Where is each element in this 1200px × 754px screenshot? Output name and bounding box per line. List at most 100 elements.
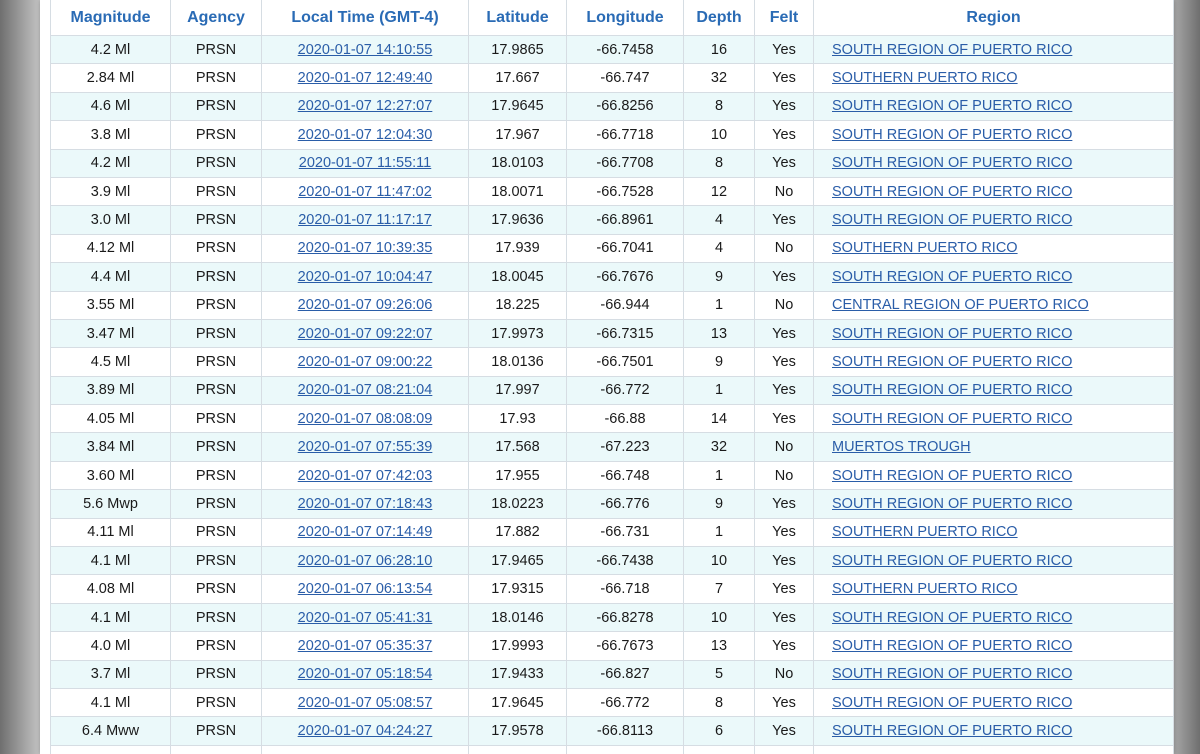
local-time-link[interactable]: 2020-01-07 07:14:49: [298, 524, 433, 540]
table-body: 4.2 Ml PRSN 2020-01-07 14:10:55 17.9865 -66.…: [50, 34, 1174, 754]
felt-column-header[interactable]: Felt: [754, 0, 814, 36]
local-time-link[interactable]: 2020-01-07 05:41:31: [298, 610, 433, 626]
region-link[interactable]: SOUTH REGION OF PUERTO RICO: [832, 42, 1072, 58]
region-link[interactable]: MUERTOS TROUGH: [832, 439, 971, 455]
longitude-cell: -66.718: [566, 574, 684, 604]
region-link[interactable]: SOUTH REGION OF PUERTO RICO: [832, 127, 1072, 143]
region-link[interactable]: SOUTHERN PUERTO RICO: [832, 581, 1018, 597]
region-cell: CENTRAL REGION OF PUERTO RICO: [813, 290, 1174, 320]
latitude-cell: 17.9465: [468, 546, 567, 576]
local-time-link[interactable]: 2020-01-07 12:27:07: [298, 98, 433, 114]
region-link[interactable]: SOUTH REGION OF PUERTO RICO: [832, 638, 1072, 654]
region-link[interactable]: SOUTH REGION OF PUERTO RICO: [832, 496, 1072, 512]
local-time-link[interactable]: 2020-01-07 10:04:47: [298, 269, 433, 285]
region-link[interactable]: SOUTHERN PUERTO RICO: [832, 240, 1018, 256]
felt-cell: No: [754, 290, 814, 320]
region-link[interactable]: SOUTH REGION OF PUERTO RICO: [832, 610, 1072, 626]
latitude-cell: 17.9973: [468, 318, 567, 349]
magnitude-cell: 4.11 Ml: [50, 517, 171, 548]
region-link[interactable]: SOUTH REGION OF PUERTO RICO: [832, 354, 1072, 370]
latitude-column-header[interactable]: Latitude: [468, 0, 567, 36]
depth-cell: 9: [683, 262, 755, 292]
depth-cell: 14: [683, 404, 755, 434]
local-time-cell: 2020-01-07 12:04:30: [261, 120, 469, 150]
local-time-cell: 2020-01-07 05:08:57: [261, 687, 469, 718]
local-time-link[interactable]: 2020-01-07 06:28:10: [298, 553, 433, 569]
local-time-link[interactable]: 2020-01-07 11:47:02: [298, 184, 432, 200]
table-row: 3.8 Ml PRSN 2020-01-07 12:04:30 17.967 -66.7…: [50, 120, 1174, 150]
region-link[interactable]: SOUTHERN PUERTO RICO: [832, 70, 1018, 86]
depth-cell: 9: [683, 347, 755, 377]
felt-cell: Yes: [754, 574, 814, 604]
local-time-link[interactable]: 2020-01-07 05:08:57: [298, 695, 433, 711]
table-row: 4.2 Ml PRSN 2020-01-07 14:10:55 17.9865 -66.…: [50, 34, 1174, 65]
felt-cell: Yes: [754, 347, 814, 377]
local-time-link[interactable]: 2020-01-07 05:18:54: [298, 666, 433, 682]
local-time-column-header[interactable]: Local Time (GMT-4): [261, 0, 469, 36]
local-time-link[interactable]: 2020-01-07 07:55:39: [298, 439, 433, 455]
region-link[interactable]: SOUTH REGION OF PUERTO RICO: [832, 269, 1072, 285]
agency-column-header[interactable]: Agency: [170, 0, 262, 36]
region-link[interactable]: CENTRAL REGION OF PUERTO RICO: [832, 297, 1089, 313]
agency-cell: PRSN: [170, 574, 262, 604]
local-time-link[interactable]: 2020-01-07 12:04:30: [298, 127, 433, 143]
depth-cell: 32: [683, 432, 755, 462]
magnitude-column-header[interactable]: Magnitude: [50, 0, 171, 36]
region-link[interactable]: SOUTH REGION OF PUERTO RICO: [832, 553, 1072, 569]
table-row: 5.6 Mwp PRSN 2020-01-07 07:18:43 18.0223 -66…: [50, 489, 1174, 519]
local-time-cell: 2020-01-07 06:13:54: [261, 574, 469, 604]
region-cell: SOUTH REGION OF PUERTO RICO: [813, 631, 1174, 661]
region-link[interactable]: SOUTH REGION OF PUERTO RICO: [832, 695, 1072, 711]
local-time-cell: 2020-01-07 08:21:04: [261, 375, 469, 406]
longitude-column-header[interactable]: Longitude: [566, 0, 684, 36]
local-time-cell: 2020-01-07 04:24:27: [261, 716, 469, 746]
local-time-link[interactable]: 2020-01-07 09:22:07: [298, 326, 433, 342]
local-time-link[interactable]: 2020-01-07 04:24:27: [298, 723, 433, 739]
table-row: 4.11 Ml PRSN 2020-01-07 07:14:49 17.882 -66.…: [50, 517, 1174, 548]
magnitude-cell: 3.89 Ml: [50, 375, 171, 406]
region-link[interactable]: SOUTH REGION OF PUERTO RICO: [832, 212, 1072, 228]
region-column-header[interactable]: Region: [813, 0, 1174, 36]
region-link[interactable]: SOUTH REGION OF PUERTO RICO: [832, 382, 1072, 398]
region-cell: SOUTHERN PUERTO RICO: [813, 574, 1174, 604]
region-link[interactable]: SOUTH REGION OF PUERTO RICO: [832, 184, 1072, 200]
region-link[interactable]: SOUTH REGION OF PUERTO RICO: [832, 723, 1072, 739]
longitude-cell: -66.88: [566, 404, 684, 434]
region-link[interactable]: SOUTH REGION OF PUERTO RICO: [832, 666, 1072, 682]
latitude-cell: 17.667: [468, 63, 567, 93]
local-time-link[interactable]: 2020-01-07 10:39:35: [298, 240, 433, 256]
region-cell: SOUTH REGION OF PUERTO RICO: [813, 318, 1174, 349]
region-cell: SOUTH REGION OF PUERTO RICO: [813, 176, 1174, 207]
magnitude-cell: 3.84 Ml: [50, 432, 171, 462]
local-time-link[interactable]: 2020-01-07 11:17:17: [298, 212, 432, 228]
local-time-link[interactable]: 2020-01-07 08:21:04: [298, 382, 433, 398]
region-link[interactable]: SOUTH REGION OF PUERTO RICO: [832, 468, 1072, 484]
latitude-cell: 17.9865: [468, 34, 567, 65]
local-time-link[interactable]: 2020-01-07 14:10:55: [298, 42, 433, 58]
depth-column-header[interactable]: Depth: [683, 0, 755, 36]
region-link[interactable]: SOUTHERN PUERTO RICO: [832, 524, 1018, 540]
local-time-link[interactable]: 2020-01-07 09:00:22: [298, 354, 433, 370]
local-time-link[interactable]: 2020-01-07 08:08:09: [298, 411, 433, 427]
local-time-link[interactable]: 2020-01-07 06:13:54: [298, 581, 433, 597]
region-cell: SOUTH REGION OF PUERTO RICO: [813, 460, 1174, 491]
local-time-link[interactable]: 2020-01-07 07:18:43: [298, 496, 433, 512]
region-link[interactable]: SOUTH REGION OF PUERTO RICO: [832, 411, 1072, 427]
longitude-cell: -66.7458: [566, 34, 684, 65]
latitude-cell: 17.9315: [468, 574, 567, 604]
region-link[interactable]: SOUTH REGION OF PUERTO RICO: [832, 98, 1072, 114]
table-row: 3.9 Ml PRSN 2020-01-07 11:47:02 18.0071 -66.…: [50, 176, 1174, 207]
local-time-link[interactable]: 2020-01-07 09:26:06: [298, 297, 433, 313]
table-row: 4.0 Ml PRSN 2020-01-07 05:35:37 17.9993 -66.…: [50, 631, 1174, 661]
local-time-cell: 2020-01-07 07:42:03: [261, 460, 469, 491]
local-time-link[interactable]: 2020-01-07 05:35:37: [298, 638, 433, 654]
region-cell: SOUTH REGION OF PUERTO RICO: [813, 489, 1174, 519]
local-time-link[interactable]: 2020-01-07 11:55:11: [299, 155, 432, 171]
region-cell: SOUTH REGION OF PUERTO RICO: [813, 716, 1174, 746]
local-time-link[interactable]: 2020-01-07 07:42:03: [298, 468, 433, 484]
longitude-cell: -66.7528: [566, 176, 684, 207]
local-time-link[interactable]: 2020-01-07 12:49:40: [298, 70, 433, 86]
region-link[interactable]: SOUTH REGION OF PUERTO RICO: [832, 155, 1072, 171]
depth-cell: 8: [683, 91, 755, 122]
region-link[interactable]: SOUTH REGION OF PUERTO RICO: [832, 326, 1072, 342]
